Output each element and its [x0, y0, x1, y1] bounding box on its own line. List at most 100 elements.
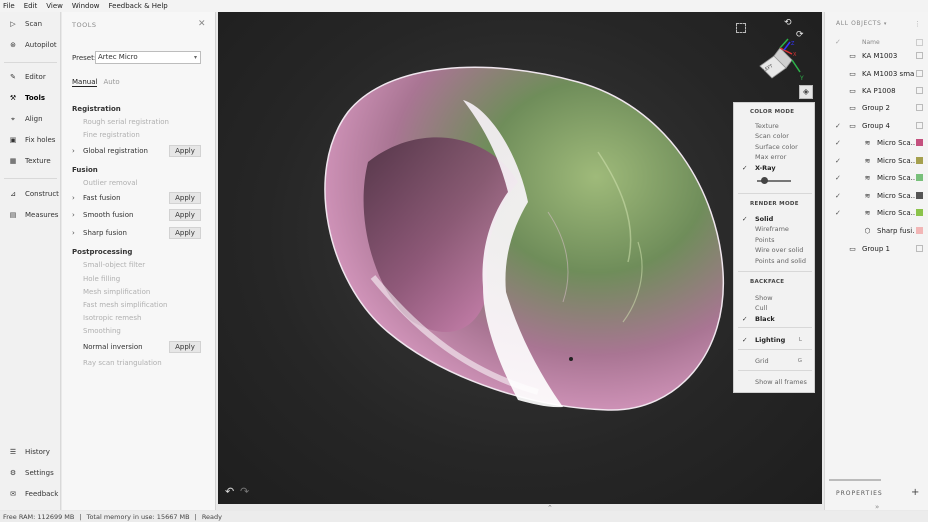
- backface-show[interactable]: Show: [755, 294, 773, 302]
- nav-history[interactable]: ☰ History: [0, 443, 61, 461]
- check-icon[interactable]: ✓: [835, 122, 841, 130]
- object-row[interactable]: ▭ KA M1003 small: [825, 65, 928, 82]
- object-row[interactable]: ✓ ≋ Micro Sca...: [825, 187, 928, 204]
- show-all-frames[interactable]: Show all frames: [755, 378, 807, 386]
- menu-file[interactable]: File: [3, 2, 15, 10]
- nav-feedback[interactable]: ✉ Feedback: [0, 485, 61, 503]
- rotate-view-icon[interactable]: ⟲: [784, 18, 792, 28]
- color-mode-x-ray[interactable]: X-Ray: [755, 164, 776, 172]
- visibility-toggle[interactable]: [916, 104, 923, 111]
- check-icon[interactable]: ✓: [835, 157, 841, 165]
- backface-black[interactable]: Black: [755, 315, 775, 323]
- expand-bottom-icon[interactable]: ⌃: [547, 504, 553, 512]
- object-row[interactable]: ✓ ≋ Micro Sca...: [825, 169, 928, 186]
- more-icon[interactable]: ⋮: [914, 20, 921, 28]
- grid-shortcut: G: [797, 358, 802, 364]
- check-icon[interactable]: ✓: [835, 209, 841, 217]
- xray-opacity-slider[interactable]: [757, 177, 791, 184]
- menu-feedback-help[interactable]: Feedback & Help: [109, 2, 168, 10]
- grid-toggle[interactable]: Grid: [755, 357, 769, 365]
- objects-scrollbar[interactable]: [829, 479, 881, 481]
- render-mode-wire-over-solid[interactable]: Wire over solid: [755, 246, 803, 254]
- nav-scan[interactable]: ▷ Scan: [0, 15, 61, 33]
- render-mode-points-and-solid[interactable]: Points and solid: [755, 257, 806, 265]
- object-row[interactable]: ✓ ≋ Micro Sca...: [825, 152, 928, 169]
- color-swatch[interactable]: [916, 139, 923, 146]
- color-swatch[interactable]: [916, 192, 923, 199]
- tab-auto[interactable]: Auto: [103, 78, 119, 87]
- tool-label: Fine registration: [83, 131, 140, 139]
- object-row[interactable]: ▭ Group 1: [825, 240, 928, 257]
- nav-label: Scan: [25, 20, 43, 28]
- slider-knob[interactable]: [761, 177, 769, 184]
- visibility-toggle[interactable]: [916, 52, 923, 59]
- view-settings-button[interactable]: ◈: [799, 85, 813, 99]
- object-label: Micro Sca...: [877, 173, 915, 182]
- visibility-all-toggle[interactable]: [916, 39, 923, 46]
- apply-global-registration-button[interactable]: Apply: [169, 145, 201, 157]
- render-mode-wireframe[interactable]: Wireframe: [755, 225, 789, 233]
- nav-editor[interactable]: ✎ Editor: [0, 68, 61, 86]
- menu-view[interactable]: View: [46, 2, 63, 10]
- preset-select[interactable]: Artec Micro ▾: [95, 51, 201, 64]
- visibility-toggle[interactable]: [916, 122, 923, 129]
- color-swatch[interactable]: [916, 227, 923, 234]
- render-mode-solid[interactable]: Solid: [755, 215, 773, 223]
- object-row[interactable]: ✓ ≋ Micro Sca...: [825, 134, 928, 151]
- color-mode-scan-color[interactable]: Scan color: [755, 132, 789, 140]
- tools-panel-title: TOOLS: [72, 21, 97, 29]
- texture-icon: ▦: [9, 157, 17, 165]
- nav-tools[interactable]: ⚒ Tools: [0, 89, 61, 107]
- history-icon: ☰: [9, 448, 17, 456]
- visibility-toggle[interactable]: [916, 87, 923, 94]
- scan-model[interactable]: [218, 12, 822, 504]
- close-icon[interactable]: ✕: [198, 19, 206, 29]
- apply-smooth-fusion-button[interactable]: Apply: [169, 209, 201, 221]
- color-swatch[interactable]: [916, 174, 923, 181]
- backface-cull[interactable]: Cull: [755, 304, 767, 312]
- apply-fast-fusion-button[interactable]: Apply: [169, 192, 201, 204]
- object-row[interactable]: ✓ ▭ Group 4: [825, 117, 928, 134]
- select-all-check[interactable]: ✓: [835, 38, 841, 46]
- tab-manual[interactable]: Manual: [72, 78, 98, 87]
- color-swatch[interactable]: [916, 157, 923, 164]
- visibility-toggle[interactable]: [916, 70, 923, 77]
- object-row[interactable]: ▭ Group 2: [825, 99, 928, 116]
- object-row[interactable]: ▭ KA P1008: [825, 82, 928, 99]
- nav-construct[interactable]: ⊿ Construct: [0, 185, 61, 203]
- check-icon[interactable]: ✓: [835, 139, 841, 147]
- nav-fix-holes[interactable]: ▣ Fix holes: [0, 131, 61, 149]
- properties-header[interactable]: PROPERTIES: [836, 490, 883, 497]
- color-mode-max-error[interactable]: Max error: [755, 153, 786, 161]
- nav-align[interactable]: ⌖ Align: [0, 110, 61, 128]
- menu-edit[interactable]: Edit: [24, 2, 38, 10]
- 3d-viewport[interactable]: ⟲ ⟳ LEFT Y X Z ◈ ↶ ↷: [218, 12, 822, 504]
- render-mode-points[interactable]: Points: [755, 236, 775, 244]
- check-icon[interactable]: ✓: [835, 174, 841, 182]
- objects-header[interactable]: ALL OBJECTS ▾: [836, 20, 887, 27]
- nav-label: Fix holes: [25, 136, 56, 144]
- tool-smoothing: Smoothing: [72, 325, 202, 337]
- nav-autopilot[interactable]: ⊛ Autopilot: [0, 36, 61, 54]
- color-mode-surface-color[interactable]: Surface color: [755, 143, 798, 151]
- visibility-toggle[interactable]: [916, 245, 923, 252]
- expand-panel-icon[interactable]: »: [875, 503, 879, 511]
- nav-settings[interactable]: ⚙ Settings: [0, 464, 61, 482]
- apply-normal-inversion-button[interactable]: Apply: [169, 341, 201, 353]
- check-icon[interactable]: ✓: [835, 192, 841, 200]
- add-icon[interactable]: +: [911, 487, 919, 498]
- nav-measures[interactable]: ▤ Measures: [0, 206, 61, 224]
- color-mode-texture[interactable]: Texture: [755, 122, 779, 130]
- color-swatch[interactable]: [916, 209, 923, 216]
- fit-view-icon[interactable]: [736, 23, 746, 33]
- nav-texture[interactable]: ▦ Texture: [0, 152, 61, 170]
- apply-sharp-fusion-button[interactable]: Apply: [169, 227, 201, 239]
- object-row[interactable]: ⬡ Sharp fusi...: [825, 222, 928, 239]
- object-row[interactable]: ✓ ≋ Micro Sca...: [825, 204, 928, 221]
- menu-window[interactable]: Window: [72, 2, 100, 10]
- object-row[interactable]: ▭ KA M1003: [825, 47, 928, 64]
- orientation-cube[interactable]: LEFT Y X Z: [748, 38, 808, 82]
- redo-icon[interactable]: ↷: [240, 485, 249, 498]
- undo-icon[interactable]: ↶: [225, 485, 234, 498]
- lighting-toggle[interactable]: Lighting: [755, 336, 785, 344]
